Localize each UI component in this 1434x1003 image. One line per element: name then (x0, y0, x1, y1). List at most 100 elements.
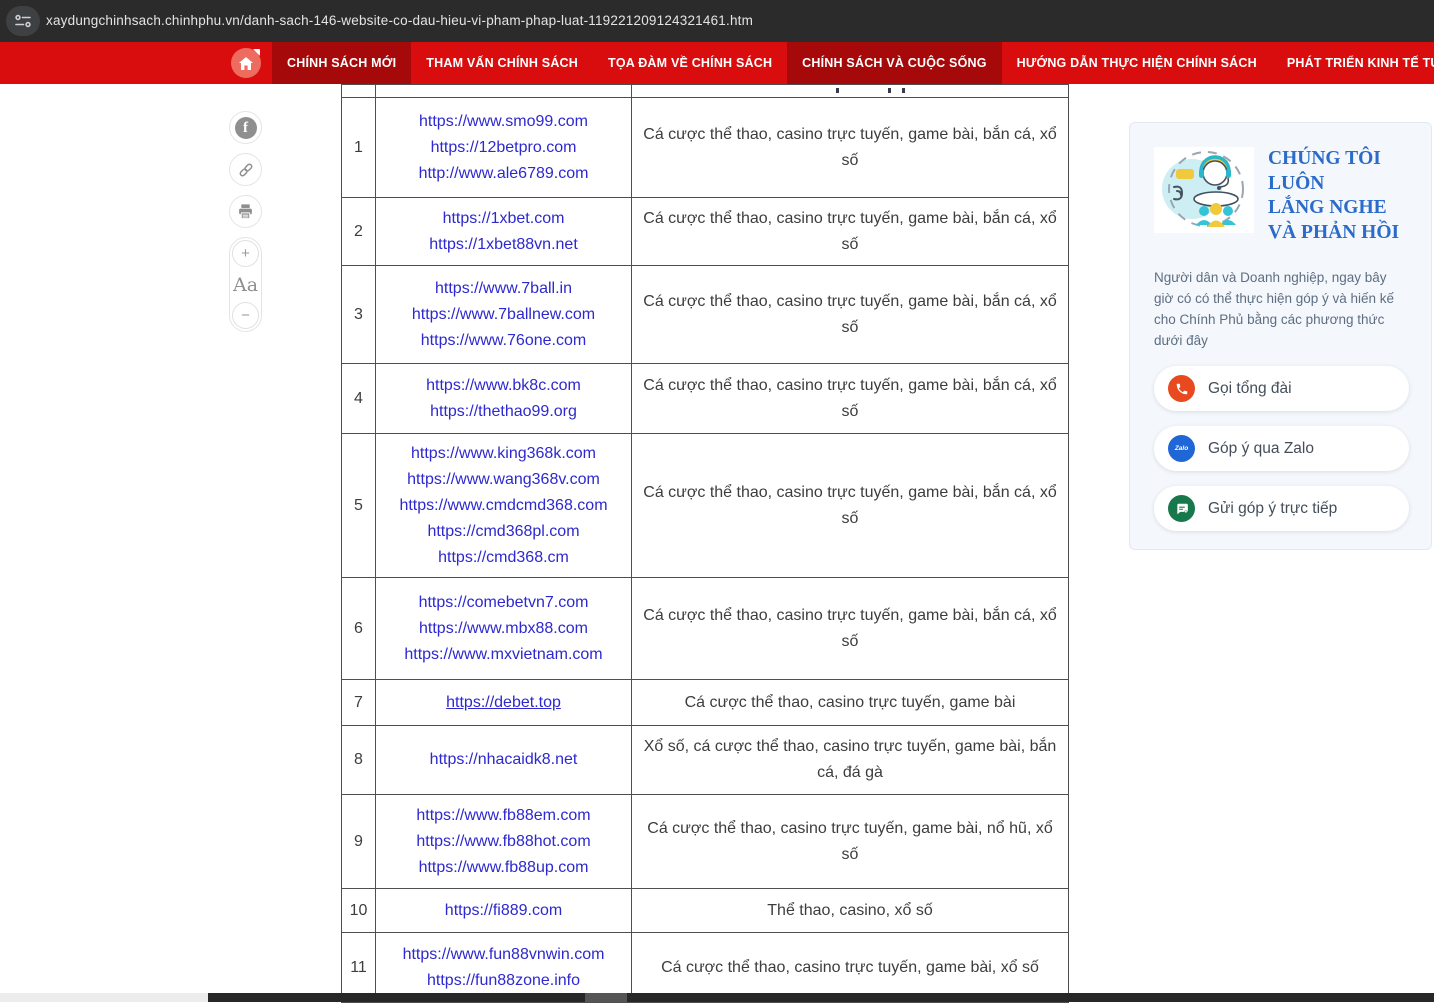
violation-url-link[interactable]: https://www.king368k.com (376, 441, 631, 467)
violation-url-cell: https://nhacaidk8.net (376, 726, 632, 795)
direct-feedback-button[interactable]: Gửi góp ý trực tiếp (1154, 486, 1409, 531)
violation-url-link[interactable]: https://www.fb88hot.com (376, 829, 631, 855)
table-row: 2https://1xbet.comhttps://1xbet88vn.netC… (342, 198, 1069, 266)
violation-url-link[interactable]: https://1xbet88vn.net (376, 232, 631, 258)
nav-item-huong-dan[interactable]: HƯỚNG DẪN THỰC HIỆN CHÍNH SÁCH (1002, 42, 1272, 84)
table-header-cell (632, 85, 1069, 98)
link-icon (237, 161, 255, 179)
violation-url-link[interactable]: https://cmd368.cm (376, 545, 631, 571)
violation-url-link[interactable]: https://1xbet.com (376, 206, 631, 232)
font-decrease-button[interactable]: − (232, 302, 259, 329)
table-row: 11https://www.fun88vnwin.comhttps://fun8… (342, 933, 1069, 1003)
browser-address-bar[interactable]: xaydungchinhsach.chinhphu.vn/danh-sach-1… (0, 0, 1434, 42)
table-header-cell (376, 85, 632, 98)
table-row: 4https://www.bk8c.comhttps://thethao99.o… (342, 364, 1069, 434)
nav-item-phat-trien-kinh-te[interactable]: PHÁT TRIỂN KINH TẾ TƯ NHÂN VÀ DOANH NGHI… (1272, 42, 1434, 84)
main-navigation: CHÍNH SÁCH MỚI THAM VẤN CHÍNH SÁCH TỌA Đ… (0, 42, 1434, 84)
violation-url-link[interactable]: https://www.mbx88.com (376, 616, 631, 642)
nav-item-cuoc-song[interactable]: CHÍNH SÁCH VÀ CUỘC SỐNG (787, 42, 1001, 84)
row-number: 8 (342, 726, 376, 795)
violation-url-link[interactable]: https://debet.top (376, 690, 631, 716)
violation-url-link[interactable]: https://nhacaidk8.net (376, 747, 631, 773)
home-notch (253, 49, 260, 56)
violation-url-cell: https://www.smo99.comhttps://12betpro.co… (376, 98, 632, 198)
nav-item-chinh-sach-moi[interactable]: CHÍNH SÁCH MỚI (272, 42, 411, 84)
violation-description: Cá cược thể thao, casino trực tuyến, gam… (632, 933, 1069, 1003)
site-settings-icon[interactable] (6, 6, 40, 36)
violation-url-link[interactable]: https://fi889.com (376, 898, 631, 924)
violation-url-cell: https://www.fb88em.comhttps://www.fb88ho… (376, 795, 632, 889)
violation-url-cell: https://fi889.com (376, 889, 632, 933)
call-hotline-button[interactable]: Gọi tổng đài (1154, 366, 1409, 411)
table-row: 10https://fi889.comThể thao, casino, xổ … (342, 889, 1069, 933)
table-row: 1https://www.smo99.comhttps://12betpro.c… (342, 98, 1069, 198)
zalo-feedback-button[interactable]: Zalo Góp ý qua Zalo (1154, 426, 1409, 471)
feedback-card-title: CHÚNG TÔI LUÔN LẮNG NGHE VÀ PHẢN HỒI (1268, 147, 1399, 245)
facebook-icon: f (235, 117, 257, 139)
row-number: 9 (342, 795, 376, 889)
print-button[interactable] (229, 195, 262, 228)
clipped-header-text (902, 88, 905, 93)
violation-description: Cá cược thể thao, casino trực tuyến, gam… (632, 364, 1069, 434)
violation-url-cell: https://www.king368k.comhttps://www.wang… (376, 434, 632, 578)
violation-url-link[interactable]: https://www.76one.com (376, 328, 631, 354)
scrollbar-track[interactable] (208, 993, 1434, 1002)
violation-websites-table: 1https://www.smo99.comhttps://12betpro.c… (341, 84, 1069, 1003)
violation-url-link[interactable]: https://comebetvn7.com (376, 590, 631, 616)
row-number: 6 (342, 578, 376, 680)
feedback-card: CHÚNG TÔI LUÔN LẮNG NGHE VÀ PHẢN HỒI Ngư… (1129, 122, 1432, 550)
violation-url-cell: https://www.7ball.inhttps://www.7ballnew… (376, 266, 632, 364)
table-row: 3https://www.7ball.inhttps://www.7ballne… (342, 266, 1069, 364)
font-increase-button[interactable]: + (232, 240, 259, 267)
violation-url-link[interactable]: https://www.smo99.com (376, 109, 631, 135)
violation-url-link[interactable]: https://12betpro.com (376, 135, 631, 161)
violation-url-cell: https://www.bk8c.comhttps://thethao99.or… (376, 364, 632, 434)
row-number: 11 (342, 933, 376, 1003)
url-text[interactable]: xaydungchinhsach.chinhphu.vn/danh-sach-1… (46, 0, 753, 42)
violation-description: Cá cược thể thao, casino trực tuyến, gam… (632, 578, 1069, 680)
violation-url-link[interactable]: https://www.fb88up.com (376, 855, 631, 881)
violation-url-cell: https://comebetvn7.comhttps://www.mbx88.… (376, 578, 632, 680)
font-size-controls: + Aa − (229, 237, 262, 332)
violation-url-link[interactable]: https://www.fb88em.com (376, 803, 631, 829)
violation-url-link[interactable]: https://thethao99.org (376, 399, 631, 425)
row-number: 3 (342, 266, 376, 364)
violation-url-link[interactable]: https://fun88zone.info (376, 968, 631, 994)
direct-feedback-label: Gửi góp ý trực tiếp (1208, 500, 1337, 518)
violation-description: Thể thao, casino, xổ số (632, 889, 1069, 933)
table-header-cell (342, 85, 376, 98)
clipped-header-text (836, 88, 839, 93)
clipped-header-text (888, 88, 891, 93)
nav-item-toa-dam[interactable]: TỌA ĐÀM VỀ CHÍNH SÁCH (593, 42, 787, 84)
violation-url-link[interactable]: https://www.7ballnew.com (376, 302, 631, 328)
home-button[interactable] (231, 48, 261, 78)
feedback-card-intro: Người dân và Doanh nghiệp, ngay bây giờ … (1154, 267, 1407, 351)
row-number: 5 (342, 434, 376, 578)
violation-url-link[interactable]: https://www.7ball.in (376, 276, 631, 302)
violation-url-cell: https://1xbet.comhttps://1xbet88vn.net (376, 198, 632, 266)
printer-icon (237, 203, 254, 220)
violation-url-link[interactable]: https://cmd368pl.com (376, 519, 631, 545)
phone-icon (1168, 375, 1195, 402)
violation-description: Cá cược thể thao, casino trực tuyến, gam… (632, 98, 1069, 198)
horizontal-scrollbar[interactable] (0, 993, 1434, 1002)
violation-url-link[interactable]: https://www.wang368v.com (376, 467, 631, 493)
violation-url-link[interactable]: https://www.cmdcmd368.com (376, 493, 631, 519)
row-number: 7 (342, 680, 376, 726)
violation-url-link[interactable]: http://www.ale6789.com (376, 161, 631, 187)
violation-description: Cá cược thể thao, casino trực tuyến, gam… (632, 680, 1069, 726)
nav-item-tham-van[interactable]: THAM VẤN CHÍNH SÁCH (411, 42, 593, 84)
copy-link-button[interactable] (229, 153, 262, 186)
violation-url-cell: https://www.fun88vnwin.comhttps://fun88z… (376, 933, 632, 1003)
chat-icon (1168, 495, 1195, 522)
row-number: 10 (342, 889, 376, 933)
violation-url-link[interactable]: https://www.mxvietnam.com (376, 642, 631, 668)
row-number: 1 (342, 98, 376, 198)
violation-url-link[interactable]: https://www.bk8c.com (376, 373, 631, 399)
scrollbar-thumb[interactable] (585, 993, 627, 1002)
share-facebook-button[interactable]: f (229, 111, 262, 144)
zalo-feedback-label: Góp ý qua Zalo (1208, 440, 1314, 458)
call-hotline-label: Gọi tổng đài (1208, 380, 1292, 398)
violation-description: Cá cược thể thao, casino trực tuyến, gam… (632, 795, 1069, 889)
violation-url-link[interactable]: https://www.fun88vnwin.com (376, 942, 631, 968)
